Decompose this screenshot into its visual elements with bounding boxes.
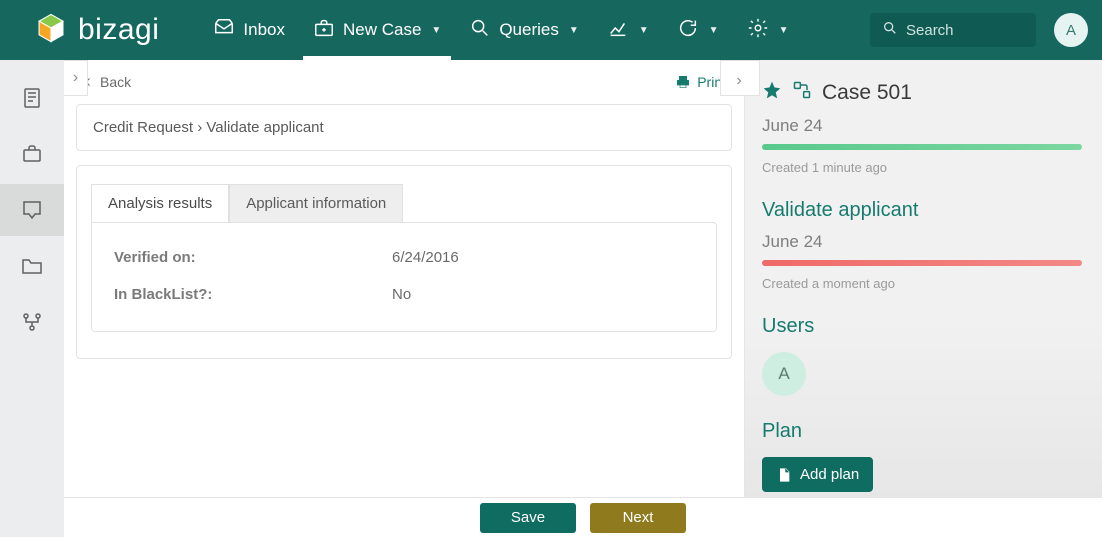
case-title: Case 501 [822,81,912,105]
briefcase-icon [20,142,44,166]
form-icon [20,86,44,110]
caret-down-icon: ▼ [709,25,719,36]
bottom-action-bar: Save Next [64,497,1102,537]
nav-new-case-label: New Case [343,20,421,40]
form-card: Analysis results Applicant information V… [76,165,732,359]
caret-down-icon: ▼ [779,25,789,36]
nav-refresh[interactable]: ▼ [663,0,733,60]
caret-down-icon: ▼ [431,25,441,36]
breadcrumb-text: Credit Request › Validate applicant [93,119,324,136]
gear-icon [747,17,769,44]
field-label: In BlackList?: [114,286,392,303]
breadcrumb: Credit Request › Validate applicant [76,104,732,151]
print-button[interactable]: Print [675,74,726,90]
next-button[interactable]: Next [590,503,686,533]
tab-analysis-label: Analysis results [108,195,212,212]
nav-new-case[interactable]: New Case ▼ [299,0,455,60]
caret-down-icon: ▼ [569,25,579,36]
top-bar: bizagi Inbox New Case ▼ Queries ▼ [0,0,1102,60]
save-label: Save [511,509,545,526]
rail-item-process[interactable] [0,296,64,348]
case-date: June 24 [762,116,1082,136]
nav-reports[interactable]: ▼ [593,0,663,60]
tab-analysis-results[interactable]: Analysis results [91,184,229,222]
nav-settings[interactable]: ▼ [733,0,803,60]
collapse-left-handle[interactable]: › [64,60,88,96]
next-label: Next [623,509,654,526]
search-input[interactable] [906,22,1016,39]
field-verified-on: Verified on: 6/24/2016 [114,249,694,266]
nav-inbox-label: Inbox [243,20,285,40]
tab-body: Verified on: 6/24/2016 In BlackList?: No [91,222,717,332]
back-button[interactable]: Back [82,74,131,90]
task-date: June 24 [762,232,1082,252]
caret-down-icon: ▼ [639,25,649,36]
case-header: Case 501 [762,80,1082,106]
task-created-meta: Created a moment ago [762,276,1082,291]
assigned-user-avatar[interactable]: A [762,352,806,396]
comment-icon [20,198,44,222]
collapse-right-handle[interactable]: › [720,60,760,96]
right-pane: Case 501 June 24 Created 1 minute ago Va… [744,60,1102,497]
field-in-blacklist: In BlackList?: No [114,286,694,303]
user-avatar[interactable]: A [1054,13,1088,47]
refresh-icon [677,17,699,44]
print-icon [675,74,691,90]
add-plan-label: Add plan [800,466,859,483]
brand-name: bizagi [78,13,159,47]
field-label: Verified on: [114,249,392,266]
rail-item-folder[interactable] [0,240,64,292]
global-search[interactable] [870,13,1036,47]
field-value: 6/24/2016 [392,249,459,266]
case-progress-bar [762,144,1082,150]
center-pane: Back Print Credit Request › Validate app… [64,60,744,497]
inbox-icon [213,17,235,44]
briefcase-plus-icon [313,17,335,44]
center-topstrip: Back Print [64,60,744,104]
field-value: No [392,286,411,303]
folder-icon [20,254,44,278]
subprocess-icon [792,80,812,106]
users-section-title: Users [762,315,1082,338]
rail-item-briefcase[interactable] [0,128,64,180]
star-icon[interactable] [762,80,782,106]
search-icon [469,17,491,44]
tab-applicant-label: Applicant information [246,195,386,212]
add-plan-button[interactable]: Add plan [762,457,873,492]
nav-inbox[interactable]: Inbox [199,0,299,60]
nav-queries[interactable]: Queries ▼ [455,0,592,60]
brand-cube-icon [34,11,68,50]
tab-applicant-information[interactable]: Applicant information [229,184,403,222]
task-title: Validate applicant [762,199,1082,222]
brand-logo: bizagi [0,0,199,60]
file-plus-icon [776,467,792,483]
analytics-icon [607,17,629,44]
task-progress-bar [762,260,1082,266]
rail-item-form[interactable] [0,72,64,124]
search-icon [882,20,898,40]
user-avatar-initial: A [1066,22,1076,39]
form-tabs: Analysis results Applicant information [77,184,731,222]
rail-item-comments[interactable] [0,184,64,236]
case-created-meta: Created 1 minute ago [762,160,1082,175]
nav-queries-label: Queries [499,20,559,40]
save-button[interactable]: Save [480,503,576,533]
flow-icon [20,310,44,334]
back-label: Back [100,74,131,90]
plan-section-title: Plan [762,420,1082,443]
left-rail [0,60,64,537]
assigned-user-initial: A [778,364,789,384]
main-nav: Inbox New Case ▼ Queries ▼ ▼ ▼ [199,0,802,60]
